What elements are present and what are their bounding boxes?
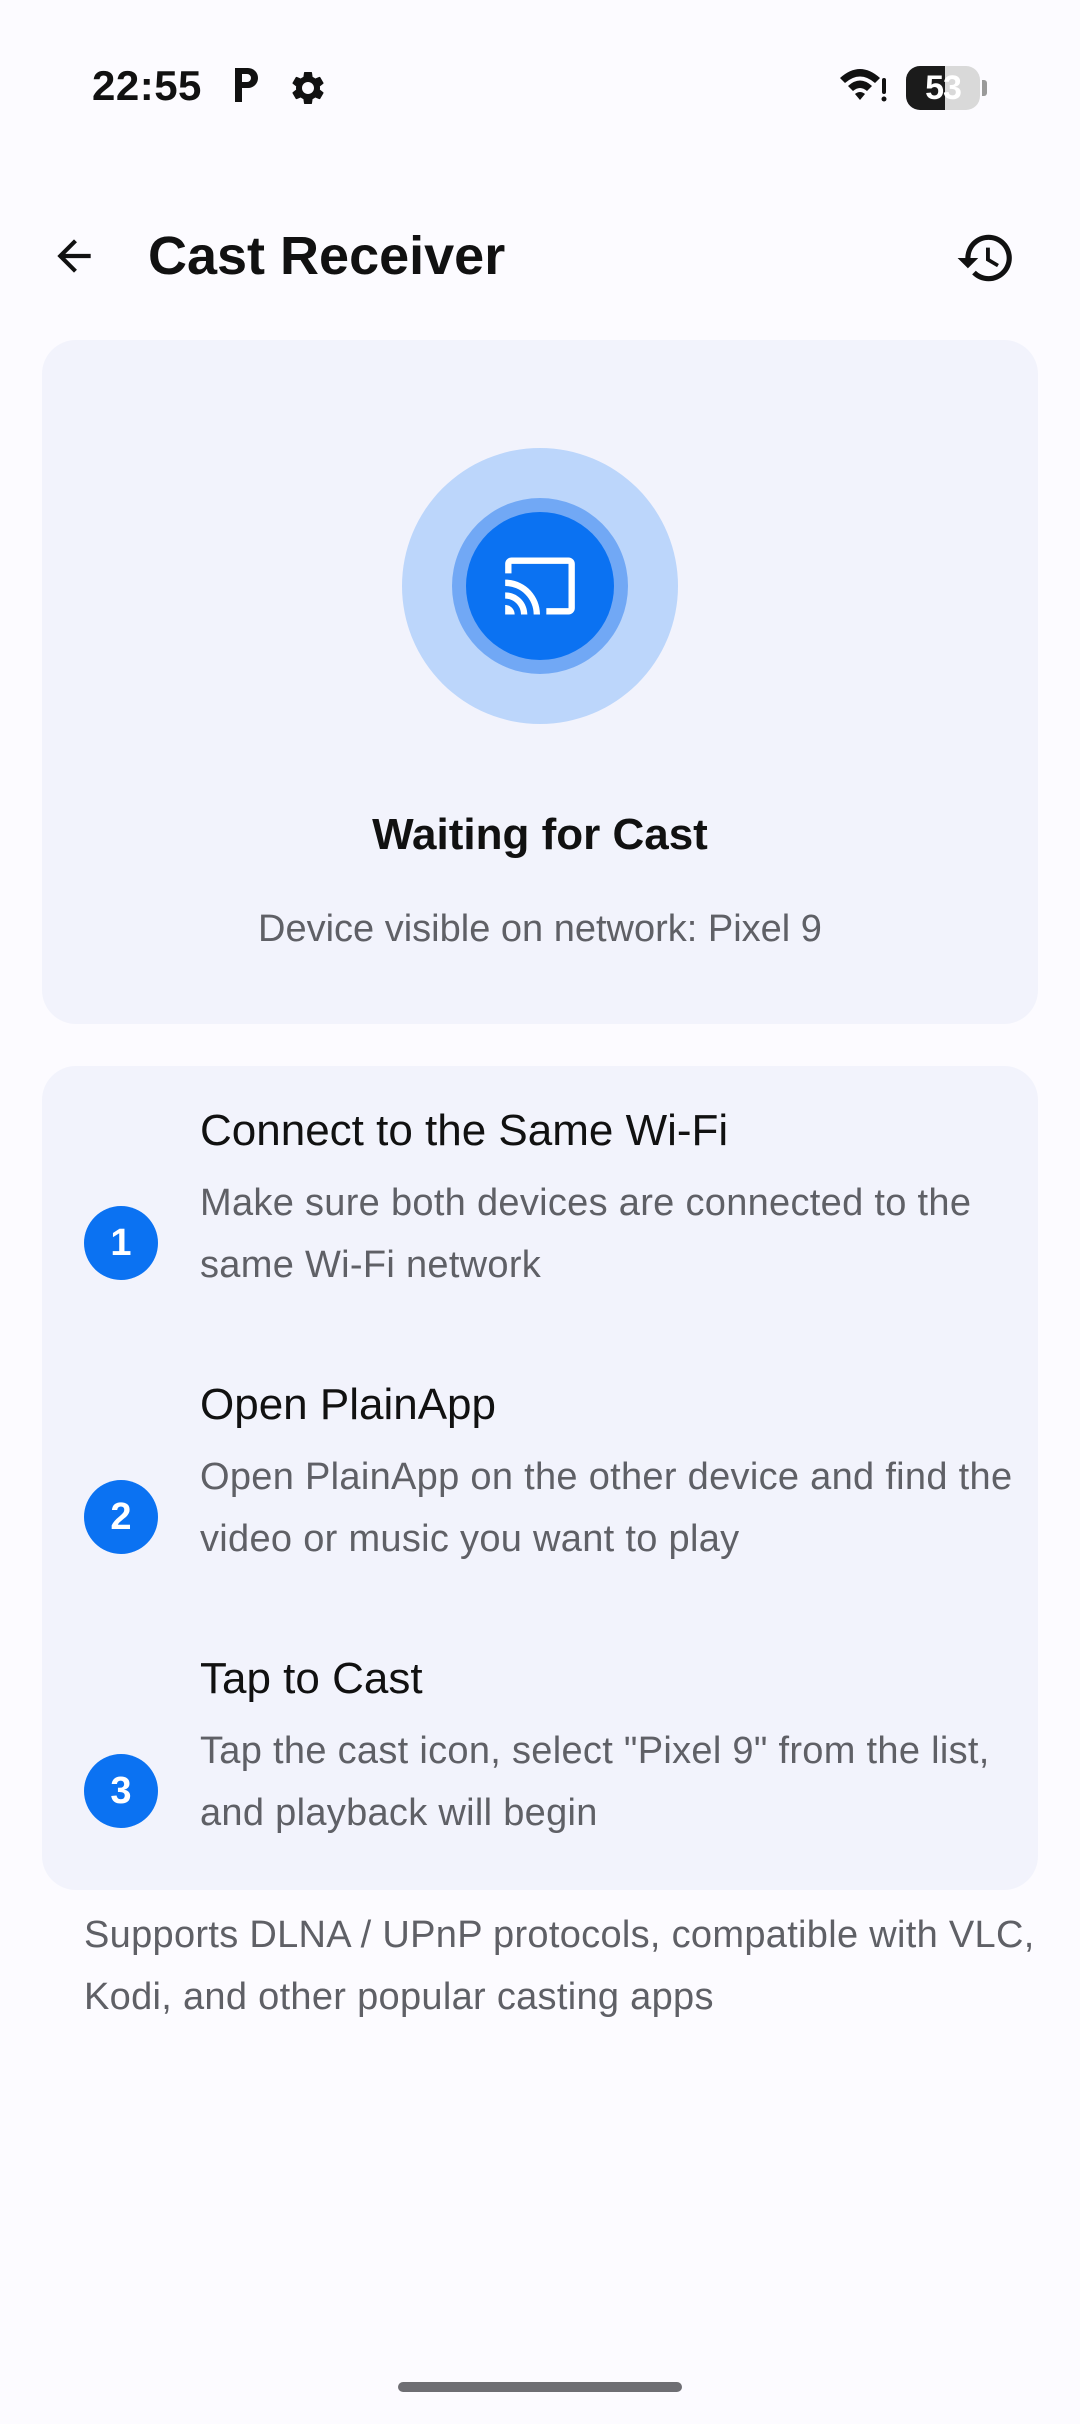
step-number-badge: 2 xyxy=(84,1480,158,1554)
step-title: Tap to Cast xyxy=(200,1654,423,1703)
wifi-icon xyxy=(840,69,887,102)
status-bar: 22:55 53 xyxy=(0,0,1080,176)
step-number-badge: 1 xyxy=(84,1206,158,1280)
step-number-badge: 3 xyxy=(84,1754,158,1828)
cast-indicator xyxy=(466,512,614,660)
back-button[interactable] xyxy=(38,220,110,292)
battery-indicator: 53 xyxy=(906,66,987,110)
home-indicator[interactable] xyxy=(398,2382,682,2392)
gear-icon xyxy=(292,71,324,104)
parking-icon xyxy=(235,68,258,102)
battery-percent: 53 xyxy=(925,69,962,107)
device-visibility-text: Device visible on network: Pixel 9 xyxy=(258,908,822,950)
protocol-support-note: Supports DLNA / UPnP protocols, compatib… xyxy=(84,1914,1035,2018)
battery-body: 53 xyxy=(906,66,980,110)
step-title: Open PlainApp xyxy=(200,1380,496,1429)
history-button[interactable] xyxy=(948,220,1024,296)
waiting-status-heading: Waiting for Cast xyxy=(372,810,708,859)
step-description: Tap the cast icon, select "Pixel 9" from… xyxy=(200,1730,990,1834)
step-description: Open PlainApp on the other device and fi… xyxy=(200,1456,1013,1560)
cast-icon xyxy=(505,557,575,615)
step-description: Make sure both devices are connected to … xyxy=(200,1182,972,1286)
page-title: Cast Receiver xyxy=(148,226,506,286)
app-bar: Cast Receiver xyxy=(0,190,1080,330)
cast-status-card: Waiting for Cast Device visible on netwo… xyxy=(42,340,1038,1024)
history-icon xyxy=(957,234,1012,282)
battery-cap xyxy=(982,80,987,96)
arrow-left-icon xyxy=(57,239,91,273)
step-title: Connect to the Same Wi-Fi xyxy=(200,1106,729,1155)
status-time: 22:55 xyxy=(92,62,202,109)
instructions-card: 1 Connect to the Same Wi-Fi Make sure bo… xyxy=(42,1066,1038,1890)
